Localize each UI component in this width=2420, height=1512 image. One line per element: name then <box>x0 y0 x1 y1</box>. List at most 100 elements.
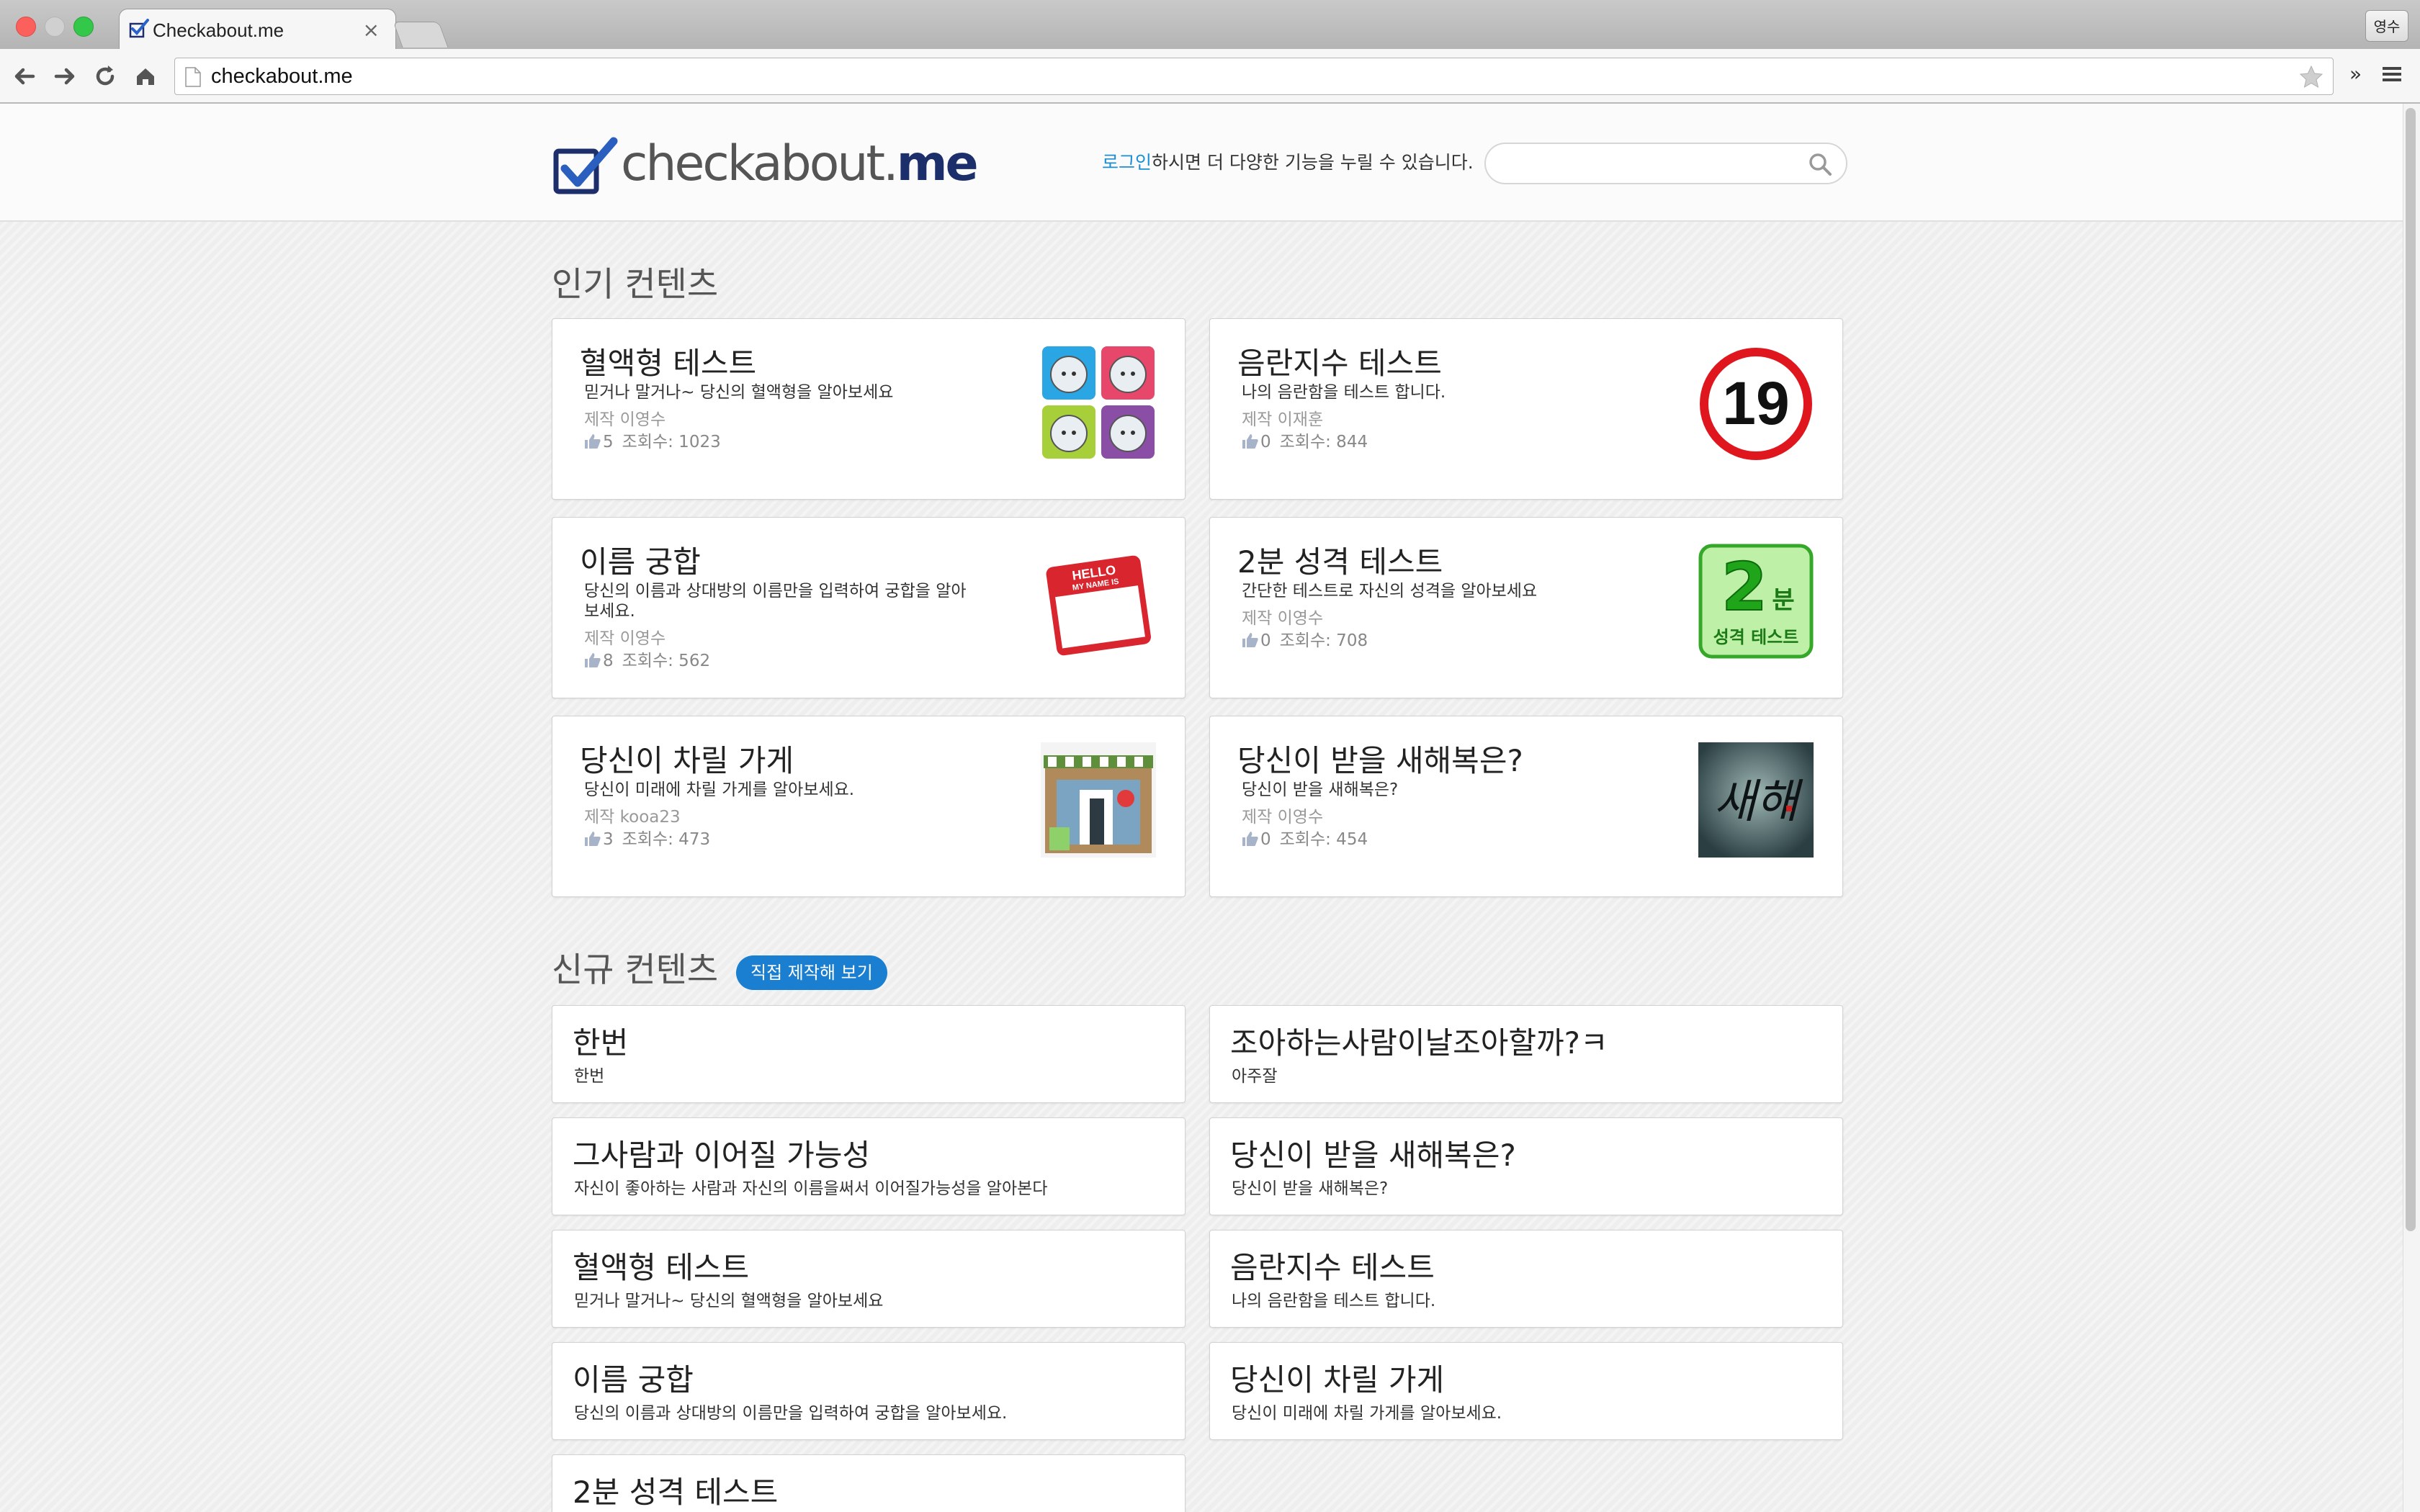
forward-arrow-icon[interactable] <box>50 62 79 91</box>
card-description: 당신이 미래에 차릴 가게를 알아보세요. <box>584 780 855 799</box>
popular-card[interactable]: 혈액형 테스트 믿거나 말거나~ 당신의 혈액형을 알아보세요 제작 이영수 5… <box>552 318 1186 500</box>
bookmark-star-icon[interactable] <box>2298 64 2324 90</box>
new-content-card[interactable]: 음란지수 테스트 나의 음란함을 테스트 합니다. <box>1209 1230 1843 1328</box>
new-tab-button[interactable] <box>393 22 449 48</box>
badge-caption: 성격 테스트 <box>1713 627 1799 647</box>
card-description: 한번 <box>574 1067 605 1086</box>
thumbs-up-icon <box>1242 633 1258 647</box>
checkbox-logo-icon <box>553 137 618 194</box>
card-stats: 0 조회수: 454 <box>1242 825 1368 850</box>
create-content-button[interactable]: 직접 제작해 보기 <box>736 955 887 990</box>
logo-text: checkabout.me <box>621 135 979 192</box>
card-title: 음란지수 테스트 <box>1237 346 1442 381</box>
card-author: 제작 이재훈 <box>1242 410 1324 429</box>
card-stats: 3 조회수: 473 <box>584 825 710 850</box>
card-title: 당신이 받을 새해복은? <box>1230 1138 1516 1173</box>
checkmark-icon <box>129 19 149 38</box>
card-title: 음란지수 테스트 <box>1230 1250 1435 1285</box>
thumbs-up-icon <box>585 434 601 449</box>
thumbs-up-icon <box>1242 832 1258 846</box>
like-count: 0 <box>1260 433 1271 451</box>
reload-icon[interactable] <box>91 62 120 91</box>
popular-card[interactable]: 음란지수 테스트 나의 음란함을 테스트 합니다. 제작 이재훈 0 조회수: 8… <box>1209 318 1843 500</box>
tab-title: Checkabout.me <box>153 19 284 41</box>
card-stats: 0 조회수: 844 <box>1242 428 1368 452</box>
url-text: checkabout.me <box>211 65 353 88</box>
card-title: 당신이 차릴 가게 <box>1230 1362 1445 1398</box>
site-header: checkabout.me 로그인하시면 더 다양한 기능을 누릴 수 있습니다… <box>0 104 2403 222</box>
back-arrow-icon[interactable] <box>10 62 39 91</box>
view-count: 조회수: 844 <box>1279 433 1368 451</box>
card-author: 제작 kooa23 <box>584 808 681 827</box>
home-icon[interactable] <box>131 62 160 91</box>
card-description: 아주잘 <box>1232 1067 1278 1086</box>
new-content-card[interactable]: 2분 성격 테스트 <box>552 1454 1186 1512</box>
card-description: 자신이 좋아하는 사람과 자신의 이름을써서 이어질가능성을 알아본다 <box>574 1179 1048 1198</box>
card-description: 나의 음란함을 테스트 합니다. <box>1232 1292 1436 1310</box>
card-author: 제작 이영수 <box>584 629 666 648</box>
tab-checkabout[interactable]: Checkabout.me × <box>119 9 396 50</box>
new-content-card[interactable]: 조아하는사람이날조아할까?ㅋ 아주잘 <box>1209 1005 1843 1103</box>
card-stats: 0 조회수: 708 <box>1242 626 1368 651</box>
site-logo[interactable]: checkabout.me <box>552 132 979 197</box>
calligraphy-thumbnail: 새해 <box>1698 742 1814 858</box>
card-description: 당신이 받을 새해복은? <box>1232 1179 1389 1198</box>
minimize-window-button[interactable] <box>45 17 65 37</box>
thumbs-up-icon <box>585 653 601 667</box>
zoom-window-button[interactable] <box>73 17 94 37</box>
search-input[interactable] <box>1484 143 1847 184</box>
calligraphy-text: 새해 <box>1713 775 1803 829</box>
popular-section-title: 인기 컨텐츠 <box>552 265 719 305</box>
card-title: 그사람과 이어질 가능성 <box>573 1138 871 1173</box>
close-window-button[interactable] <box>16 17 36 37</box>
view-count: 조회수: 454 <box>1279 830 1368 849</box>
browser-titlebar: Checkabout.me × 영수 <box>0 0 2420 50</box>
scrollbar-thumb[interactable] <box>2406 108 2416 1231</box>
new-content-card[interactable]: 당신이 받을 새해복은? 당신이 받을 새해복은? <box>1209 1117 1843 1215</box>
card-title: 한번 <box>573 1025 629 1061</box>
like-count: 8 <box>603 652 614 670</box>
view-count: 조회수: 1023 <box>622 433 721 451</box>
view-count: 조회수: 562 <box>622 652 711 670</box>
card-description: 당신의 이름과 상대방의 이름만을 입력하여 궁합을 알아보세요. <box>584 582 967 621</box>
card-title: 당신이 차릴 가게 <box>580 743 794 778</box>
address-bar[interactable]: checkabout.me <box>174 58 2334 95</box>
like-count: 0 <box>1260 631 1271 650</box>
view-count: 조회수: 708 <box>1279 631 1368 650</box>
logo-text-main: checkabout. <box>621 135 899 192</box>
popular-card[interactable]: 당신이 차릴 가게 당신이 미래에 차릴 가게를 알아보세요. 제작 kooa2… <box>552 716 1186 897</box>
popular-card[interactable]: 당신이 받을 새해복은? 당신이 받을 새해복은? 제작 이영수 0 조회수: 4… <box>1209 716 1843 897</box>
new-content-card[interactable]: 그사람과 이어질 가능성 자신이 좋아하는 사람과 자신의 이름을써서 이어질가… <box>552 1117 1186 1215</box>
new-section-title: 신규 컨텐츠 <box>552 950 719 990</box>
card-author: 제작 이영수 <box>584 410 666 429</box>
card-description: 당신이 미래에 차릴 가게를 알아보세요. <box>1232 1404 1502 1423</box>
like-count: 3 <box>603 830 614 849</box>
card-title: 혈액형 테스트 <box>573 1250 750 1285</box>
profile-button[interactable]: 영수 <box>2365 10 2408 42</box>
shop-front-thumbnail <box>1041 742 1156 858</box>
new-content-card[interactable]: 한번 한번 <box>552 1005 1186 1103</box>
age-sign-text: 19 <box>1722 369 1789 437</box>
login-link[interactable]: 로그인 <box>1102 152 1152 173</box>
new-content-card[interactable]: 당신이 차릴 가게 당신이 미래에 차릴 가게를 알아보세요. <box>1209 1342 1843 1440</box>
page-icon <box>185 67 201 87</box>
popular-card[interactable]: 이름 궁합 당신의 이름과 상대방의 이름만을 입력하여 궁합을 알아보세요. … <box>552 517 1186 698</box>
card-description: 당신이 받을 새해복은? <box>1242 780 1399 799</box>
card-author: 제작 이영수 <box>1242 808 1324 827</box>
like-count: 5 <box>603 433 614 451</box>
card-title: 조아하는사람이날조아할까?ㅋ <box>1230 1025 1608 1061</box>
popular-card[interactable]: 2분 성격 테스트 간단한 테스트로 자신의 성격을 알아보세요 제작 이영수 … <box>1209 517 1843 698</box>
card-title: 당신이 받을 새해복은? <box>1237 743 1523 778</box>
search-icon[interactable] <box>1807 151 1833 177</box>
login-message: 로그인하시면 더 다양한 기능을 누릴 수 있습니다. <box>1102 148 1474 174</box>
like-count: 0 <box>1260 830 1271 849</box>
tab-close-icon[interactable]: × <box>363 18 380 42</box>
page-content: checkabout.me 로그인하시면 더 다양한 기능을 누릴 수 있습니다… <box>0 104 2403 1512</box>
new-content-card[interactable]: 이름 궁합 당신의 이름과 상대방의 이름만을 입력하여 궁합을 알아보세요. <box>552 1342 1186 1440</box>
card-title: 2분 성격 테스트 <box>1237 544 1443 580</box>
card-title: 2분 성격 테스트 <box>573 1475 779 1510</box>
new-content-card[interactable]: 혈액형 테스트 믿거나 말거나~ 당신의 혈액형을 알아보세요 <box>552 1230 1186 1328</box>
menu-icon[interactable] <box>2381 63 2403 85</box>
extensions-overflow-icon[interactable]: » <box>2349 62 2362 86</box>
card-title: 혈액형 테스트 <box>580 346 757 381</box>
